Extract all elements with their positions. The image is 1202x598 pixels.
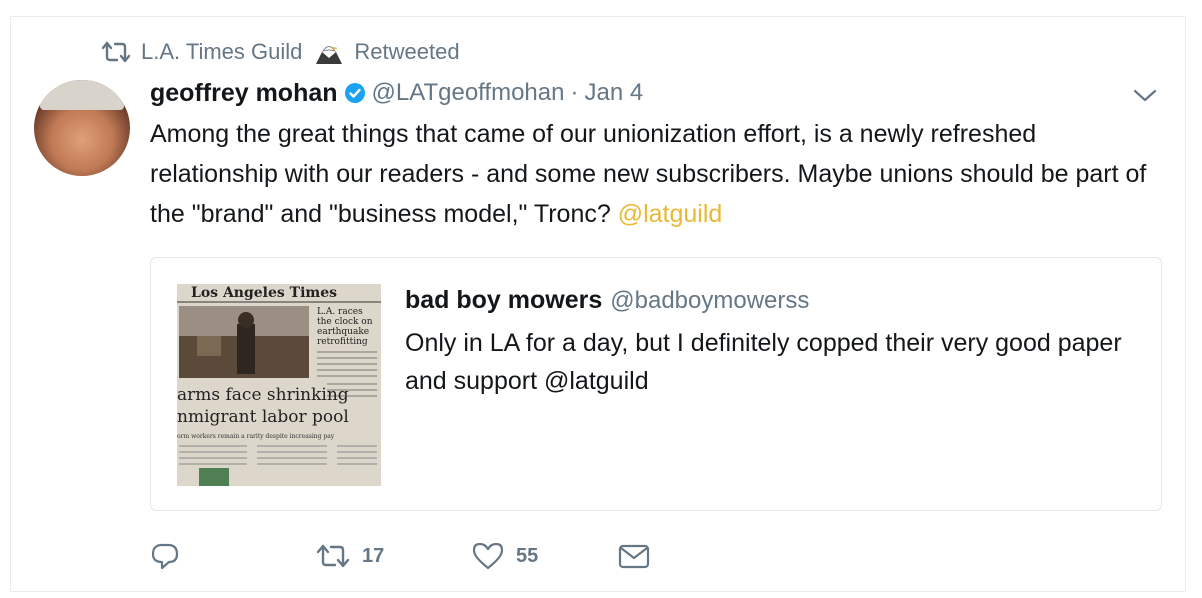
author-avatar[interactable] [34,80,130,176]
eagle-emoji-icon [314,38,344,66]
author-handle[interactable]: @LATgeoffmohan [372,79,565,107]
tweet-header: geoffrey mohan @LATgeoffmohan · Jan 4 [150,76,643,110]
reply-button[interactable] [150,541,316,571]
quoted-tweet[interactable]: Los Angeles Times L.A. races the clock o… [150,257,1162,511]
masthead-text: Los Angeles Times [191,285,337,301]
teaser-line-1: L.A. races [317,307,363,317]
teaser-line-4: retrofitting [317,337,368,347]
retweeted-label: Retweeted [354,39,460,64]
newspaper-photo[interactable]: Los Angeles Times L.A. races the clock o… [177,284,381,486]
like-button[interactable]: 55 [472,541,618,571]
quoted-header: bad boy mowers @badboymowerss [405,286,809,315]
heart-icon [472,541,504,571]
retweet-button[interactable]: 17 [316,542,472,570]
verified-badge-icon [344,82,366,104]
envelope-icon [618,542,650,570]
retweet-icon [101,40,131,64]
reply-icon [150,541,180,571]
quoted-author-handle[interactable]: @badboymowerss [610,287,809,315]
headline-2: nmigrant labor pool [177,407,349,427]
teaser-line-3: earthquake [317,327,369,337]
retweet-context: L.A. Times Guild Retweeted [101,36,460,68]
teaser-line-2: the clock on [317,317,373,327]
direct-message-button[interactable] [618,542,650,570]
retweet-icon [316,542,350,570]
tweet-date[interactable]: Jan 4 [584,79,643,107]
retweet-count: 17 [362,544,385,567]
author-name[interactable]: geoffrey mohan [150,79,338,108]
chevron-down-icon[interactable] [1130,84,1160,106]
mention-link[interactable]: @latguild [618,200,723,228]
quoted-author-name[interactable]: bad boy mowers [405,286,602,315]
tweet-text: Among the great things that came of our … [150,114,1170,234]
retweeter-name[interactable]: L.A. Times Guild [141,39,302,65]
quoted-text: Only in LA for a day, but I definitely c… [405,329,1122,395]
like-count: 55 [516,544,539,567]
deck-text: orm workers remain a rarity despite incr… [177,433,335,440]
separator-dot: · [570,79,579,106]
headline-1: arms face shrinking [177,385,349,405]
tweet-actions: 17 55 [150,536,650,576]
